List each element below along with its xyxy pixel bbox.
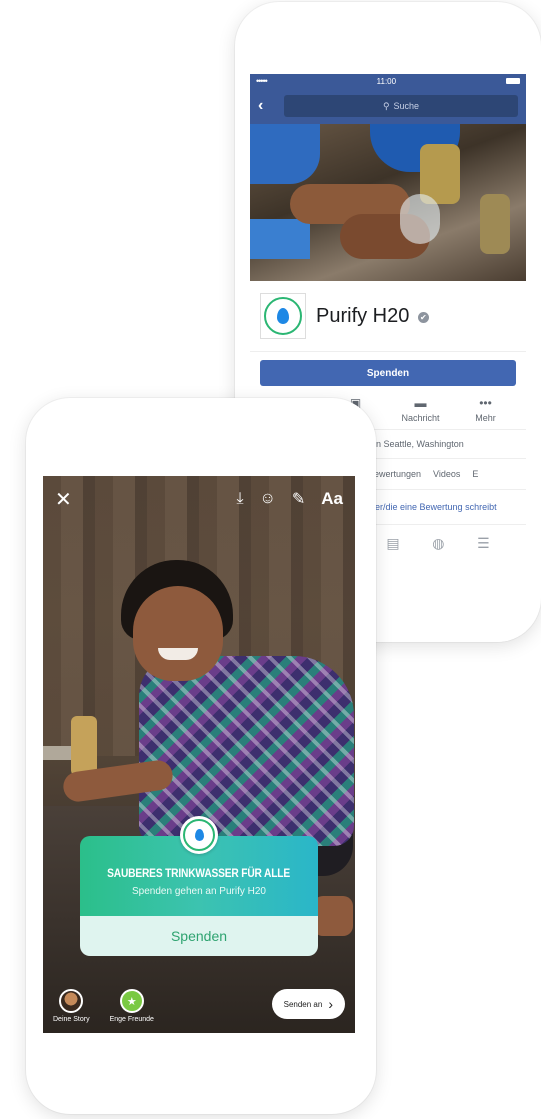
back-arrow-icon[interactable]: ‹ (258, 97, 274, 115)
story-phone-mockup: ✕ ⤓ ☺ ✎ Aa SAUBERES TRINKWASSER FÜR ALLE… (26, 398, 376, 1114)
donation-badge (180, 816, 218, 854)
search-icon: ⚲ (382, 100, 390, 111)
donation-title: SAUBERES TRINKWASSER FÜR ALLE (107, 865, 291, 880)
status-bar: ••••• 11:00 (250, 74, 526, 88)
avatar (59, 989, 84, 1013)
sticker-icon[interactable]: ☺ (260, 490, 276, 508)
fb-navbar: ‹ ⚲ Suche (250, 88, 526, 124)
text-tool-button[interactable]: Aa (321, 489, 343, 509)
story-share-bar: Deine Story ★ Enge Freunde Senden an › (43, 979, 355, 1023)
story-toolbar: ✕ ⤓ ☺ ✎ Aa (43, 486, 355, 512)
download-icon[interactable]: ⤓ (236, 490, 243, 508)
marketplace-icon[interactable]: ▤ (386, 535, 399, 552)
tab-more[interactable]: E (472, 469, 478, 479)
message-icon: ▬ (414, 396, 427, 410)
close-icon[interactable]: ✕ (55, 487, 85, 512)
globe-icon[interactable]: ◍ (432, 535, 444, 552)
action-message[interactable]: ▬ Nachricht (391, 396, 451, 423)
donation-sticker[interactable]: SAUBERES TRINKWASSER FÜR ALLE Spenden ge… (80, 816, 318, 956)
pen-icon[interactable]: ✎ (292, 489, 305, 509)
send-to-button[interactable]: Senden an › (271, 989, 345, 1019)
verified-badge-icon: ✔ (417, 311, 429, 323)
water-drop-logo-icon (264, 297, 302, 335)
donate-button[interactable]: Spenden (260, 360, 516, 386)
battery-icon (505, 78, 520, 84)
water-drop-logo-icon (183, 819, 215, 851)
menu-icon[interactable]: ☰ (477, 535, 490, 552)
destination-close-friends[interactable]: ★ Enge Freunde (110, 989, 154, 1023)
donation-sticker-button[interactable]: Spenden (80, 916, 318, 956)
donation-subtitle: Spenden gehen an Purify H20 (132, 885, 266, 897)
action-more[interactable]: ••• Mehr (456, 396, 516, 423)
page-logo (260, 293, 306, 339)
star-icon: ★ (119, 989, 144, 1013)
more-icon: ••• (479, 396, 492, 410)
signal-dots: ••••• (256, 76, 268, 86)
chevron-right-icon: › (328, 996, 333, 1012)
cover-photo (250, 124, 526, 281)
page-title: Purify H20 (316, 304, 410, 327)
tab-videos[interactable]: Videos (433, 469, 460, 479)
search-input[interactable]: ⚲ Suche (284, 95, 518, 117)
story-editor: ✕ ⤓ ☺ ✎ Aa SAUBERES TRINKWASSER FÜR ALLE… (43, 476, 355, 1033)
page-header: Purify H20 ✔ (250, 281, 526, 352)
search-placeholder: Suche (393, 101, 420, 111)
destination-your-story[interactable]: Deine Story (53, 989, 90, 1023)
status-time: 11:00 (376, 76, 397, 86)
